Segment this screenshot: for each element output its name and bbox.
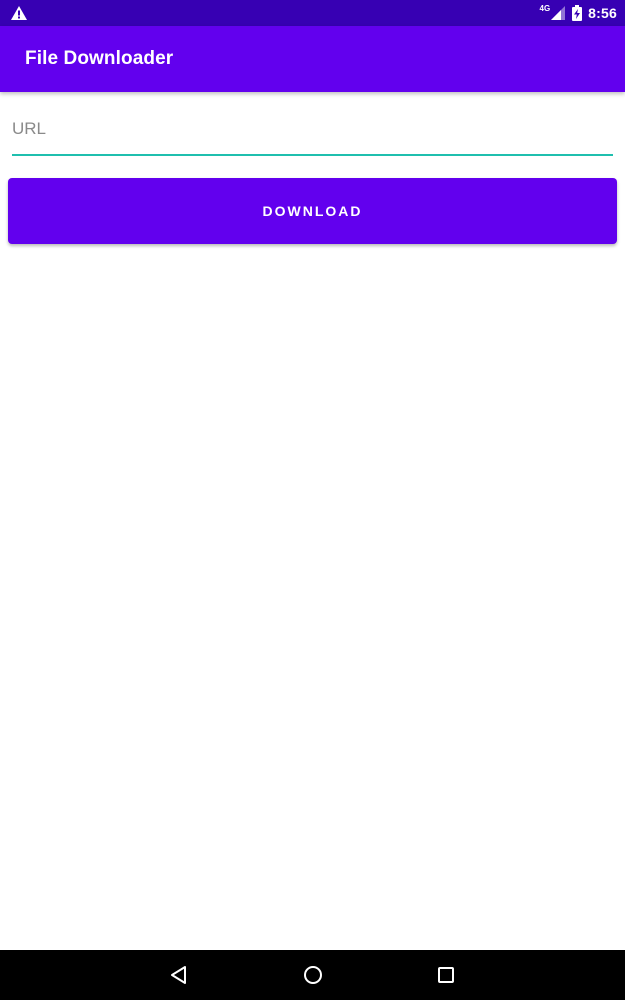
url-input-underline (12, 154, 613, 156)
url-input[interactable] (12, 110, 613, 154)
app-screen: 4G 8:56 File Downloader DOWNLOAD (0, 0, 625, 1000)
status-bar: 4G 8:56 (0, 0, 625, 26)
back-button[interactable] (149, 950, 209, 1000)
status-time: 8:56 (588, 5, 617, 21)
home-button[interactable] (283, 950, 343, 1000)
recents-icon (438, 967, 454, 983)
url-field (12, 110, 613, 158)
signal-icon (551, 6, 566, 20)
home-icon (304, 966, 322, 984)
download-button-label: DOWNLOAD (262, 203, 363, 219)
recents-button[interactable] (416, 950, 476, 1000)
back-icon (171, 966, 186, 984)
network-type-label: 4G (539, 3, 551, 13)
battery-icon (572, 5, 583, 21)
status-icons: 4G 8:56 (540, 0, 618, 26)
app-bar: File Downloader (0, 26, 625, 92)
navigation-bar (0, 950, 625, 1000)
download-button[interactable]: DOWNLOAD (8, 178, 617, 244)
app-title: File Downloader (25, 48, 174, 69)
warning-icon (11, 6, 27, 20)
